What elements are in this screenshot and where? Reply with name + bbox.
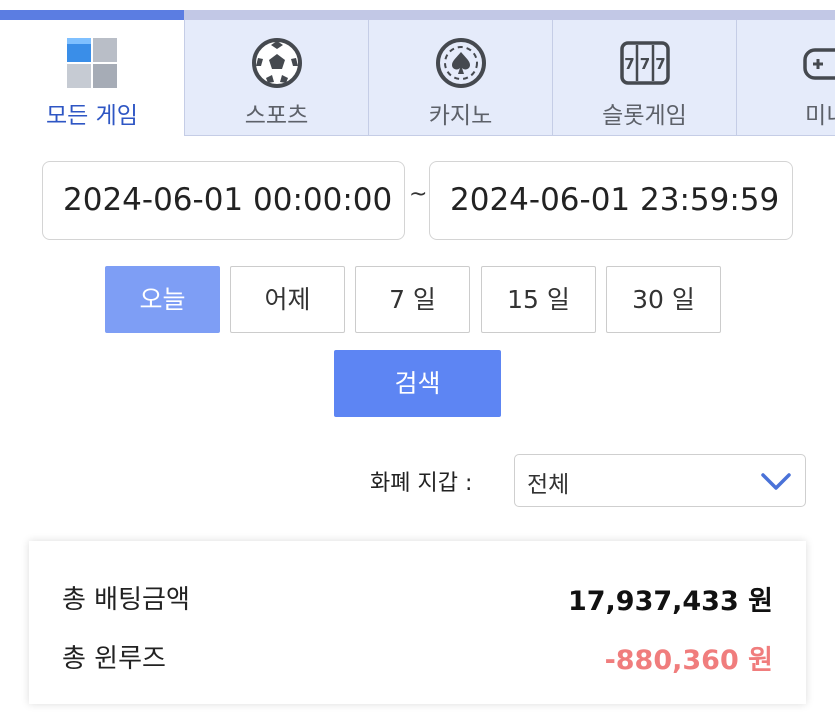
tab-casino[interactable]: 카지노 [369,20,553,136]
slot-777-icon: 7 7 7 [618,36,672,94]
summary-row-total-winloss: 총 윈루즈 -880,360 원 [62,638,773,678]
tab-label: 미니 [805,103,835,129]
tab-label: 카지노 [428,103,493,129]
range-today-button[interactable]: 오늘 [105,266,220,333]
all-games-cubes-icon [65,36,119,94]
wallet-select-value: 전체 [527,472,570,498]
total-winloss-value: -880,360 원 [604,645,773,676]
gamepad-icon [803,36,835,94]
range-yesterday-button[interactable]: 어제 [230,266,345,333]
range-30days-button[interactable]: 30 일 [606,266,721,333]
date-range-separator: ~ [409,182,428,207]
betting-summary-card: 총 배팅금액 17,937,433 원 총 윈루즈 -880,360 원 [29,541,806,704]
range-15days-button[interactable]: 15 일 [481,266,596,333]
svg-text:7: 7 [655,55,665,73]
tab-label: 모든 게임 [46,103,138,129]
wallet-label: 화폐 지갑 : [370,471,473,496]
total-bet-label: 총 배팅금액 [62,585,190,615]
chevron-down-icon [759,469,793,497]
tab-indicator-bar [0,10,835,20]
soccer-ball-icon [250,36,304,94]
tab-label: 스포츠 [244,103,309,129]
range-7days-button[interactable]: 7 일 [355,266,470,333]
wallet-select[interactable]: 전체 [514,454,806,507]
tab-slots[interactable]: 7 7 7 슬롯게임 [553,20,737,136]
total-bet-value: 17,937,433 원 [567,586,773,617]
end-datetime-input[interactable]: 2024-06-01 23:59:59 [429,161,793,240]
svg-text:7: 7 [624,55,634,73]
tab-label: 슬롯게임 [602,103,687,129]
tab-mini[interactable]: 미니 [737,20,835,136]
total-winloss-label: 총 윈루즈 [62,644,166,674]
svg-text:7: 7 [639,55,649,73]
search-button[interactable]: 검색 [334,350,501,417]
game-category-tabs: 모든 게임 스포츠 카지노 7 7 7 슬롯게임 미 [0,20,835,136]
tab-sports[interactable]: 스포츠 [185,20,369,136]
summary-row-total-bet: 총 배팅금액 17,937,433 원 [62,579,773,619]
tab-all-games[interactable]: 모든 게임 [0,20,185,136]
start-datetime-input[interactable]: 2024-06-01 00:00:00 [42,161,405,240]
tab-indicator-active [0,10,184,20]
casino-chip-spade-icon [434,36,488,94]
